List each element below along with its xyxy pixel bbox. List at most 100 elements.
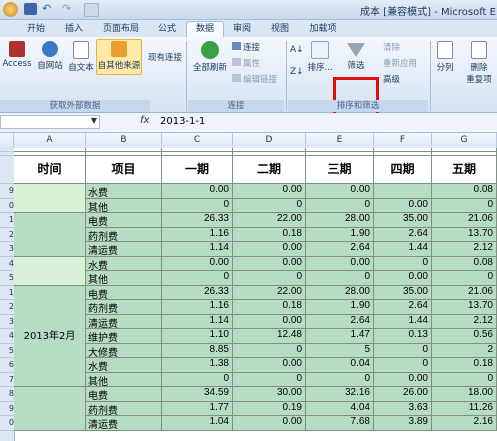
time-cell[interactable] — [14, 256, 86, 286]
item-cell[interactable]: 电费 — [86, 285, 162, 300]
row-header[interactable] — [0, 156, 14, 184]
item-cell[interactable]: 其他 — [86, 271, 162, 286]
value-cell[interactable]: 1.44 — [374, 242, 432, 257]
row-header[interactable]: 1 — [0, 213, 14, 228]
item-cell[interactable]: 水费 — [86, 358, 162, 373]
value-cell[interactable]: 1.14 — [162, 242, 233, 257]
from-web-button[interactable]: 自网站 — [34, 41, 66, 71]
tab-insert[interactable]: 插入 — [62, 22, 86, 37]
item-cell[interactable]: 维护费 — [86, 329, 162, 344]
tab-home[interactable]: 开始 — [24, 22, 48, 37]
column-header-a[interactable]: A — [14, 133, 86, 148]
header-time[interactable]: 时间 — [14, 156, 86, 184]
row-header[interactable]: 5 — [0, 344, 14, 358]
row-header[interactable]: 9 — [0, 184, 14, 199]
existing-connections-button[interactable]: 现有连接 — [144, 51, 186, 63]
office-button-icon[interactable] — [3, 2, 18, 17]
sort-button[interactable]: 排序... — [306, 41, 334, 73]
item-cell[interactable]: 清运费 — [86, 242, 162, 257]
value-cell[interactable]: 0 — [374, 256, 432, 271]
value-cell[interactable]: 13.70 — [432, 300, 497, 315]
value-cell[interactable]: 13.70 — [432, 227, 497, 242]
value-cell[interactable]: 1.16 — [162, 300, 233, 315]
item-cell[interactable]: 其他 — [86, 372, 162, 387]
value-cell[interactable]: 0 — [374, 343, 432, 358]
header-item[interactable]: 项目 — [86, 156, 162, 184]
formula-input[interactable]: 2013-1-1 — [160, 116, 205, 127]
item-cell[interactable]: 清运费 — [86, 416, 162, 431]
from-text-button[interactable]: 自文本 — [66, 41, 96, 73]
value-cell[interactable]: 34.59 — [162, 387, 233, 402]
time-cell[interactable] — [14, 387, 86, 431]
tab-data[interactable]: 数据 — [186, 21, 224, 37]
value-cell[interactable]: 0.00 — [233, 314, 306, 329]
value-cell[interactable]: 0.00 — [233, 416, 306, 431]
value-cell[interactable]: 35.00 — [374, 213, 432, 228]
value-cell[interactable]: 0 — [432, 372, 497, 387]
value-cell[interactable]: 0 — [306, 372, 374, 387]
value-cell[interactable]: 0.18 — [233, 227, 306, 242]
value-cell[interactable]: 1.38 — [162, 358, 233, 373]
sort-desc-button[interactable]: Z↓ — [290, 67, 304, 77]
filter-button[interactable]: 筛选 — [338, 43, 374, 71]
value-cell[interactable]: 2 — [432, 343, 497, 358]
value-cell[interactable]: 3.89 — [374, 416, 432, 431]
row-header[interactable]: 9 — [0, 402, 14, 416]
header-period-4[interactable]: 四期 — [374, 156, 432, 184]
other-sources-button[interactable]: 自其他来源 — [96, 39, 142, 75]
column-header-b[interactable]: B — [86, 133, 162, 148]
value-cell[interactable]: 0 — [162, 372, 233, 387]
value-cell[interactable]: 0.00 — [233, 242, 306, 257]
item-cell[interactable]: 清运费 — [86, 314, 162, 329]
value-cell[interactable]: 5 — [306, 343, 374, 358]
edit-links-button[interactable]: 编辑链接 — [232, 73, 277, 85]
value-cell[interactable]: 0.56 — [432, 329, 497, 344]
value-cell[interactable]: 2.64 — [306, 242, 374, 257]
value-cell[interactable]: 18.00 — [432, 387, 497, 402]
value-cell[interactable]: 0 — [162, 198, 233, 213]
tab-page-layout[interactable]: 页面布局 — [98, 22, 144, 37]
value-cell[interactable]: 0 — [432, 198, 497, 213]
value-cell[interactable]: 0 — [432, 271, 497, 286]
select-all-corner[interactable] — [0, 133, 14, 148]
row-header[interactable]: 0 — [0, 416, 14, 431]
value-cell[interactable]: 1.10 — [162, 329, 233, 344]
time-cell[interactable] — [14, 213, 86, 257]
value-cell[interactable]: 1.90 — [306, 300, 374, 315]
column-header-e[interactable]: E — [306, 133, 374, 148]
redo-icon[interactable]: ↷ — [62, 3, 75, 15]
month-cell[interactable]: 2013年2月 — [14, 285, 86, 387]
item-cell[interactable]: 电费 — [86, 387, 162, 402]
value-cell[interactable]: 11.26 — [432, 401, 497, 416]
value-cell[interactable]: 0 — [374, 358, 432, 373]
value-cell[interactable]: 0.00 — [306, 256, 374, 271]
row-header[interactable]: 8 — [0, 387, 14, 402]
column-header-c[interactable]: C — [162, 133, 233, 148]
row-header[interactable]: 7 — [0, 373, 14, 387]
value-cell[interactable]: 26.00 — [374, 387, 432, 402]
header-period-1[interactable]: 一期 — [162, 156, 233, 184]
row-header[interactable]: 0 — [0, 199, 14, 213]
advanced-button[interactable]: 高级 — [383, 73, 400, 85]
value-cell[interactable]: 0.08 — [432, 256, 497, 271]
value-cell[interactable]: 35.00 — [374, 285, 432, 300]
value-cell[interactable]: 26.33 — [162, 213, 233, 228]
column-header-g[interactable]: G — [432, 133, 497, 148]
row-header[interactable]: 5 — [0, 271, 14, 286]
value-cell[interactable]: 0.19 — [233, 401, 306, 416]
customize-qat-icon[interactable] — [84, 3, 99, 17]
clear-filter-button[interactable]: 清除 — [383, 41, 400, 53]
value-cell[interactable]: 32.16 — [306, 387, 374, 402]
row-header[interactable]: 3 — [0, 315, 14, 329]
value-cell[interactable]: 1.90 — [306, 227, 374, 242]
item-cell[interactable]: 其他 — [86, 198, 162, 213]
name-box[interactable]: ▼ — [0, 115, 100, 129]
value-cell[interactable]: 1.04 — [162, 416, 233, 431]
value-cell[interactable]: 2.12 — [432, 314, 497, 329]
item-cell[interactable]: 大修费 — [86, 343, 162, 358]
value-cell[interactable]: 0.00 — [162, 184, 233, 199]
value-cell[interactable]: 0.00 — [374, 271, 432, 286]
value-cell[interactable]: 28.00 — [306, 213, 374, 228]
value-cell[interactable]: 2.64 — [374, 300, 432, 315]
value-cell[interactable]: 0.13 — [374, 329, 432, 344]
